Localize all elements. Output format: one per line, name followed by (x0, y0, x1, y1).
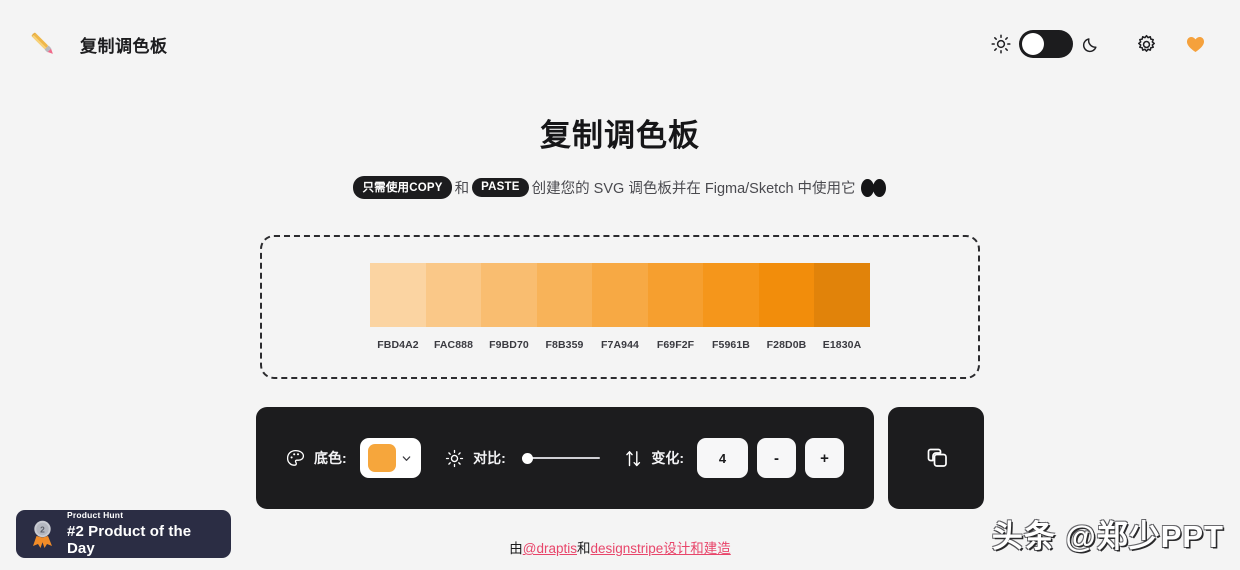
swatch-item[interactable]: E1830A (814, 263, 870, 351)
swatch-color[interactable] (370, 263, 426, 327)
copy-icon (927, 448, 947, 467)
swatch-hex-label: F7A944 (601, 339, 639, 351)
swatch-color[interactable] (703, 263, 759, 327)
moon-icon (1073, 35, 1101, 54)
swatch-item[interactable]: F69F2F (647, 263, 704, 351)
swatch-item[interactable]: F9BD70 (481, 263, 537, 351)
product-hunt-badge[interactable]: 2 Product Hunt #2 Product of the Day (16, 510, 231, 558)
header-controls (991, 30, 1206, 58)
footer-suffix: 设计和建造 (663, 541, 731, 556)
gear-icon[interactable] (1136, 34, 1157, 55)
brand-title: 复制调色板 (80, 36, 168, 56)
copy-palette-button[interactable] (888, 407, 984, 509)
swatch-hex-label: F8B359 (545, 339, 584, 351)
chevron-down-icon (402, 455, 411, 461)
paintbrush-icon (26, 27, 60, 61)
product-hunt-text: Product Hunt #2 Product of the Day (67, 509, 218, 557)
variations-decrement-button[interactable]: - (757, 438, 796, 478)
paste-shortcut-badge: PASTE (472, 178, 529, 197)
watermark: 头条 @郑少PPT (991, 519, 1224, 554)
svg-text:2: 2 (40, 525, 45, 535)
swatch-row: FBD4A2 FAC888 F9BD70 F8B359 F7A944 F69F2… (370, 263, 870, 351)
contrast-control: 对比: (445, 448, 600, 468)
control-bar: 底色: 对比: 变化: 4 - + (256, 407, 874, 509)
medal-icon: 2 (33, 520, 52, 548)
product-hunt-top-label: Product Hunt (67, 509, 124, 520)
base-color-control: 底色: (286, 438, 421, 478)
slider-thumb[interactable] (521, 452, 533, 464)
hero-section: 复制调色板 只需使用COPY 和 PASTE 创建您的 SVG 调色板并在 Fi… (0, 110, 1240, 199)
base-color-picker[interactable] (359, 438, 421, 478)
swatch-hex-label: FBD4A2 (377, 339, 419, 351)
sun-icon (991, 34, 1019, 54)
swatch-hex-label: F5961B (712, 339, 750, 351)
page-subtitle: 只需使用COPY 和 PASTE 创建您的 SVG 调色板并在 Figma/Sk… (0, 176, 1240, 199)
swatch-item[interactable]: F8B359 (536, 263, 593, 351)
sort-arrows-icon (625, 449, 642, 468)
subtitle-text-1: 和 (454, 181, 470, 197)
palette-icon (286, 449, 305, 468)
contrast-label: 对比: (473, 450, 506, 466)
palette-preview-card: FBD4A2 FAC888 F9BD70 F8B359 F7A944 F69F2… (260, 235, 980, 379)
swatch-hex-label: F9BD70 (489, 339, 529, 351)
swatch-color[interactable] (481, 263, 537, 327)
theme-toggle[interactable] (1019, 30, 1073, 58)
swatch-item[interactable]: F5961B (703, 263, 759, 351)
slider-track (521, 457, 600, 459)
swatch-item[interactable]: F28D0B (758, 263, 815, 351)
swatch-color[interactable] (592, 263, 648, 327)
variations-control: 变化: 4 - + (625, 438, 844, 478)
swatch-color[interactable] (814, 263, 870, 327)
swatch-color[interactable] (647, 263, 704, 327)
app-header: 复制调色板 (0, 0, 1240, 88)
base-color-label: 底色: (314, 450, 347, 466)
footer-link-designstripe[interactable]: designstripe (590, 541, 663, 556)
swatch-hex-label: F28D0B (766, 339, 807, 351)
product-hunt-main-label: #2 Product of the Day (67, 522, 192, 557)
heart-icon[interactable] (1185, 34, 1206, 54)
footer-link-draptis[interactable]: @draptis (523, 541, 577, 556)
subtitle-emoji (860, 178, 887, 197)
swatch-color[interactable] (758, 263, 815, 327)
copy-shortcut-badge: 只需使用COPY (353, 176, 452, 199)
base-color-chip (368, 444, 397, 472)
swatch-color[interactable] (425, 263, 482, 327)
swatch-item[interactable]: F7A944 (592, 263, 648, 351)
theme-toggle-knob (1022, 33, 1044, 55)
footer-prefix: 由 (509, 541, 523, 556)
brand[interactable]: 复制调色板 (26, 27, 168, 61)
contrast-slider[interactable] (521, 451, 600, 465)
swatch-item[interactable]: FBD4A2 (370, 263, 426, 351)
brightness-icon (445, 449, 464, 468)
page-title: 复制调色板 (540, 118, 700, 153)
footer-middle: 和 (576, 541, 591, 556)
swatch-hex-label: FAC888 (433, 339, 474, 351)
variations-increment-button[interactable]: + (805, 438, 844, 478)
swatch-hex-label: F69F2F (656, 339, 695, 351)
variations-value[interactable]: 4 (697, 438, 748, 478)
swatch-color[interactable] (536, 263, 593, 327)
controls-row: 底色: 对比: 变化: 4 - + (0, 407, 1240, 509)
subtitle-text-2: 创建您的 SVG 调色板并在 Figma/Sketch 中使用它 (531, 181, 856, 197)
swatch-hex-label: E1830A (822, 339, 862, 351)
swatch-item[interactable]: FAC888 (425, 263, 482, 351)
variations-label: 变化: (651, 450, 684, 466)
